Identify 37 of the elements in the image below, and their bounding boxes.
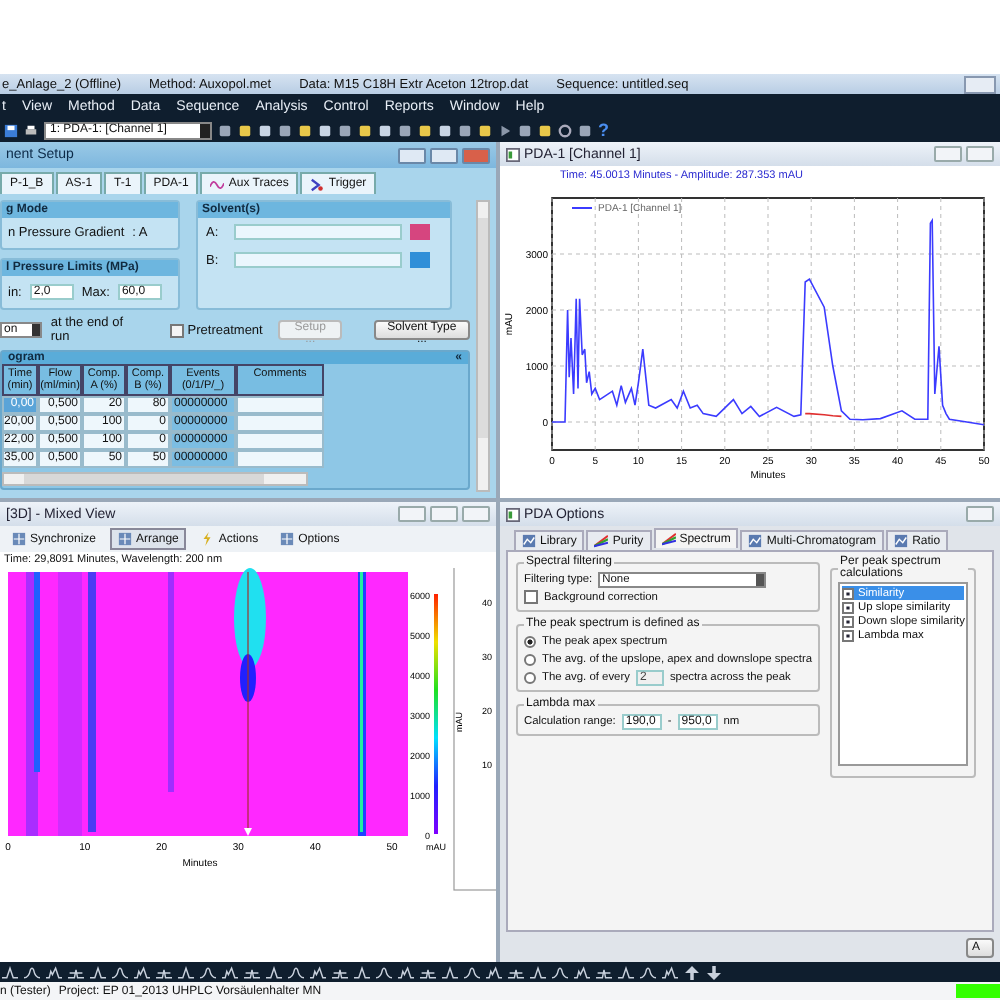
table-cell: [236, 432, 324, 450]
table-cell: [236, 396, 324, 414]
lightning-icon: [200, 532, 215, 546]
peak-icon[interactable]: [420, 965, 436, 979]
checkbox[interactable]: [169, 323, 184, 337]
maximize-button[interactable]: [430, 147, 458, 163]
horizontal-scrollbar[interactable]: [2, 472, 308, 486]
checkbox[interactable]: [524, 590, 538, 604]
peak-icon[interactable]: [596, 965, 612, 979]
color-swatch[interactable]: [410, 252, 430, 268]
radio-button[interactable]: [524, 635, 536, 647]
print-icon[interactable]: [24, 123, 38, 137]
play-icon[interactable]: [498, 123, 512, 137]
table-cell: [236, 414, 324, 432]
rainbow-icon: [594, 534, 609, 548]
wave-icon: [210, 177, 225, 191]
vertical-scrollbar[interactable]: [476, 200, 490, 492]
radio-button[interactable]: [524, 671, 536, 683]
peak-icon[interactable]: [508, 965, 524, 979]
input-field[interactable]: [234, 224, 402, 240]
down-arrow-icon[interactable]: [706, 965, 722, 979]
input-field[interactable]: [234, 252, 402, 268]
status-indicator: [956, 984, 1000, 998]
peak-icon[interactable]: [244, 965, 260, 979]
help-button[interactable]: ?: [598, 120, 609, 140]
peak-icon[interactable]: [156, 965, 172, 979]
peak-icon[interactable]: [68, 965, 84, 979]
minimize-button[interactable]: [398, 147, 426, 163]
up-arrow-icon[interactable]: [684, 965, 700, 979]
trigger-icon: [310, 177, 325, 191]
color-swatch[interactable]: [410, 224, 430, 240]
circle-icon[interactable]: [558, 123, 572, 137]
radio-button[interactable]: [524, 653, 536, 665]
cursor-marker-icon[interactable]: [244, 828, 252, 836]
table-cell: [236, 450, 324, 468]
peak-icon[interactable]: [332, 965, 348, 979]
save-icon[interactable]: [4, 123, 18, 137]
